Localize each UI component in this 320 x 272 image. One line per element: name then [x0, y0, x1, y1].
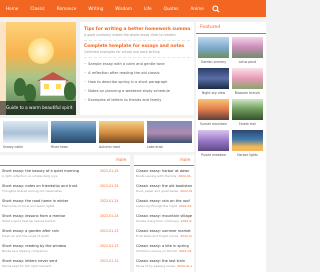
thumb-image[interactable]	[198, 130, 229, 151]
gallery-strip: Snowy cabin River town Autumn road Lake …	[0, 118, 194, 152]
list-item-summary: Fruit stalls and bright voices2022-01-23	[136, 234, 192, 239]
strip-image[interactable]	[147, 121, 192, 143]
nav-item-life[interactable]: Life	[138, 0, 158, 17]
thumb-label[interactable]: Blossom branch	[231, 90, 264, 96]
thumb-image[interactable]	[232, 99, 263, 120]
list-item-date: 2022-01-24	[180, 219, 192, 223]
bullet-link[interactable]: A reflection after reading the old class…	[84, 69, 190, 77]
thumb-image[interactable]	[198, 99, 229, 120]
divider	[84, 40, 190, 41]
thumb-label[interactable]: Harbor lights	[231, 152, 264, 158]
list-divider	[0, 165, 130, 166]
hero-sun	[28, 38, 54, 64]
hero-window	[56, 84, 61, 89]
headline-2-summary: Collected examples for school and work w…	[84, 50, 160, 54]
strip-image[interactable]	[99, 121, 144, 143]
nav-item-quotes[interactable]: Quotes	[158, 0, 185, 17]
list-item-summary: Words kept for the right moment	[2, 264, 52, 268]
more-link[interactable]: more	[180, 155, 190, 165]
sidebar-title: Featured	[196, 22, 266, 34]
list-item-date: 2022-01-24	[178, 204, 192, 208]
list-item-summary: Fresh air and the smell of earth	[2, 234, 50, 238]
thumb-image[interactable]	[232, 68, 263, 89]
thumb-label[interactable]: Purple meadow	[197, 152, 230, 158]
bullet-link[interactable]: How to describe spring in a short paragr…	[84, 78, 190, 86]
thumb-image[interactable]	[198, 68, 229, 89]
bullet-link[interactable]: Sample essay with a calm and gentle tone	[84, 60, 190, 68]
nav-item-home[interactable]: Home	[0, 0, 24, 17]
strip-caption[interactable]: Lake dusk	[147, 144, 192, 150]
thumb-label[interactable]: Garden scenery	[197, 59, 230, 65]
featured-sidebar: Featured Garden scenery Lotus pond Night…	[196, 22, 266, 272]
thumb-image[interactable]	[232, 37, 263, 58]
list-item-summary: Faces lit by passing lamps2022-01-22	[136, 264, 192, 269]
list-item-summary: What a good teacher leaves behind	[2, 219, 56, 223]
divider	[84, 57, 190, 58]
list-item-summary: Books as a lifelong companion	[2, 249, 48, 253]
article-list-right: more Classic essay: harbor at dawn Boats…	[134, 155, 194, 272]
nav-item-wisdom[interactable]: Wisdom	[109, 0, 138, 17]
headline-1[interactable]: Tips for writing a better homework summa…	[84, 26, 190, 33]
list-item-date: 2022-01-22	[177, 264, 192, 268]
list-item-date: 2022-01-25	[178, 174, 192, 178]
article-list-left: more Short essay: the beauty of a quiet …	[0, 155, 130, 272]
hero-tree	[24, 84, 36, 102]
hero-slideshow[interactable]: Guide to a warm beautiful spirit	[0, 22, 76, 115]
thumb-image[interactable]	[198, 37, 229, 58]
strip-caption[interactable]: River town	[51, 144, 96, 150]
nav-item-anime[interactable]: Anime	[184, 0, 209, 17]
list-item-summary: A light reflection on simple daily joys	[2, 174, 58, 178]
thumb-label[interactable]: Forest trail	[231, 121, 264, 127]
list-item-summary: Dust, paper and quiet aisles2022-01-25	[136, 189, 192, 194]
headline-2[interactable]: Complete template for essays and notes	[84, 43, 190, 50]
list-item-date: 2022-01-23	[180, 234, 192, 238]
hero-tree	[64, 82, 76, 100]
hero-caption[interactable]: Guide to a warm beautiful spirit	[0, 101, 76, 115]
thumb-label[interactable]: Night sky view	[197, 90, 230, 96]
list-item-summary: Thoughts shared among old classmates	[2, 189, 62, 193]
bullet-link[interactable]: Examples of letters to friends and famil…	[84, 96, 190, 104]
list-item-summary: Children running on the hill2022-01-23	[136, 249, 192, 254]
list-divider	[134, 165, 194, 166]
headline-1-summary: A good summary makes the whole essay cle…	[84, 33, 176, 37]
more-link[interactable]: more	[116, 155, 126, 165]
search-icon[interactable]	[212, 4, 220, 13]
list-item-summary: Boats leaving with the tide2022-01-25	[136, 174, 192, 179]
headline-panel: Tips for writing a better homework summa…	[80, 22, 194, 115]
list-item-summary: Listening through the night2022-01-24	[136, 204, 192, 209]
list-item-date: 2022-01-25	[180, 189, 192, 193]
list-item-summary: Smoke rising from chimneys2022-01-24	[136, 219, 192, 224]
strip-image[interactable]	[51, 121, 96, 143]
bullet-link[interactable]: Notes on planning a weekend study schedu…	[84, 87, 190, 95]
nav-item-classic[interactable]: Classic	[24, 0, 50, 17]
thumb-label[interactable]: Sunset mountain	[197, 121, 230, 127]
thumb-label[interactable]: Lotus pond	[231, 59, 264, 65]
nav-item-writing[interactable]: Writing	[82, 0, 109, 17]
list-item-summary: Memories of snow and warm lights	[2, 204, 55, 208]
strip-caption[interactable]: Snowy cabin	[3, 144, 48, 150]
nav-item-romance[interactable]: Romance	[51, 0, 82, 17]
hero-window	[44, 84, 49, 89]
thumb-image[interactable]	[232, 130, 263, 151]
strip-caption[interactable]: Autumn road	[99, 144, 144, 150]
list-item-date: 2022-01-23	[178, 249, 192, 253]
strip-image[interactable]	[3, 121, 48, 143]
page: Home Classic Romance Writing Wisdom Life…	[0, 0, 266, 272]
top-nav: Home Classic Romance Writing Wisdom Life…	[0, 0, 266, 17]
